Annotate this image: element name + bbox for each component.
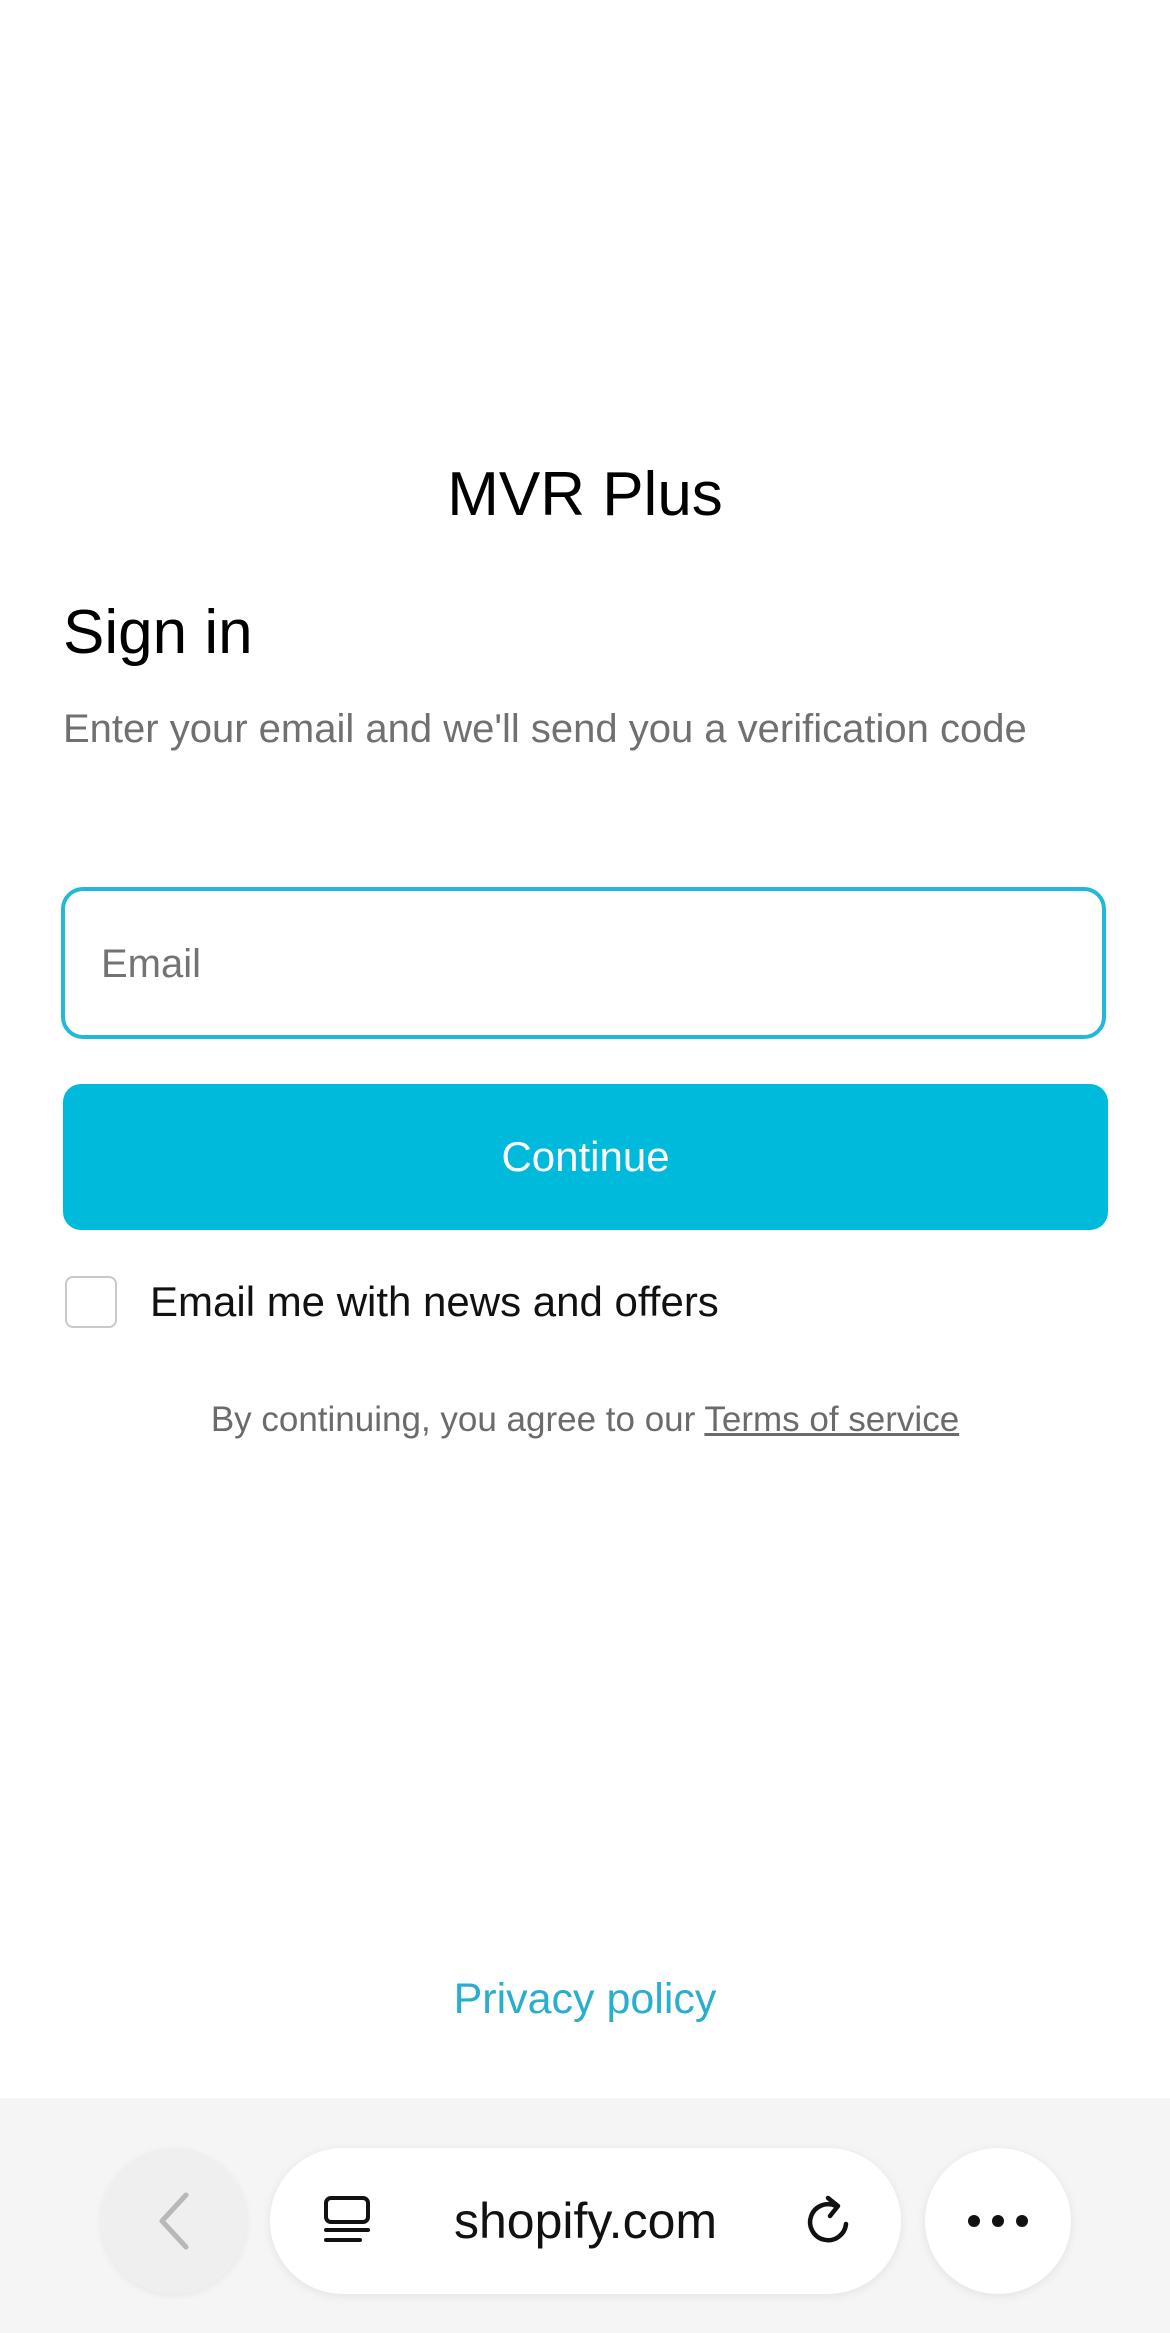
privacy-policy-link[interactable]: Privacy policy bbox=[0, 1975, 1170, 2024]
sign-in-heading: Sign in bbox=[63, 598, 253, 667]
more-button[interactable] bbox=[925, 2148, 1071, 2294]
sign-in-page: MVR Plus Sign in Enter your email and we… bbox=[0, 0, 1170, 2333]
email-field[interactable] bbox=[61, 887, 1106, 1039]
terms-prefix: By continuing, you agree to our bbox=[210, 1400, 705, 1439]
newsletter-label[interactable]: Email me with news and offers bbox=[150, 1278, 719, 1326]
sign-in-subtitle: Enter your email and we'll send you a ve… bbox=[63, 707, 1027, 751]
reload-icon[interactable] bbox=[800, 2192, 858, 2250]
address-bar[interactable]: shopify.com bbox=[270, 2148, 901, 2294]
browser-toolbar: shopify.com bbox=[0, 2098, 1170, 2333]
terms-notice: By continuing, you agree to our Terms of… bbox=[0, 1400, 1170, 1440]
email-input[interactable] bbox=[99, 891, 1063, 1037]
continue-button[interactable]: Continue bbox=[63, 1084, 1108, 1230]
newsletter-checkbox[interactable] bbox=[65, 1276, 117, 1328]
newsletter-option[interactable]: Email me with news and offers bbox=[65, 1275, 719, 1329]
shop-name: MVR Plus bbox=[447, 460, 723, 529]
chevron-left-icon bbox=[159, 2192, 189, 2250]
terms-of-service-link[interactable]: Terms of service bbox=[704, 1400, 959, 1439]
back-button[interactable] bbox=[101, 2148, 247, 2294]
more-icon bbox=[968, 2215, 1028, 2227]
